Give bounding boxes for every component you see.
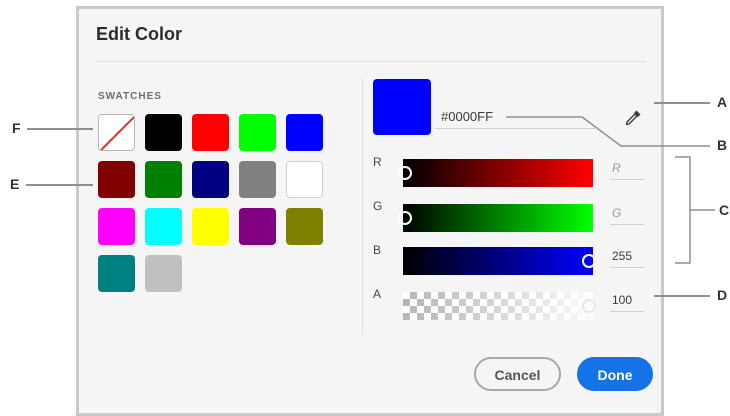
green-value-input[interactable] [610, 201, 644, 225]
swatch-black[interactable] [145, 114, 182, 151]
alpha-gradient [403, 292, 593, 320]
swatch-cyan[interactable] [145, 208, 182, 245]
swatch-silver[interactable] [145, 255, 182, 292]
done-button[interactable]: Done [577, 357, 653, 391]
swatch-teal[interactable] [98, 255, 135, 292]
blue-slider-thumb[interactable] [582, 254, 596, 268]
red-slider[interactable] [398, 159, 593, 187]
callout-e-line [26, 184, 93, 186]
swatch-olive[interactable] [286, 208, 323, 245]
callout-b-line [506, 116, 710, 147]
swatch-none[interactable] [98, 114, 135, 151]
green-channel-label: G [373, 199, 383, 213]
color-preview [373, 79, 431, 135]
blue-slider[interactable] [403, 247, 596, 275]
callout-d-line [654, 295, 710, 297]
swatch-navy[interactable] [192, 161, 229, 198]
callout-d-label: D [717, 287, 728, 303]
callout-c-bracket [675, 156, 715, 264]
swatch-lime[interactable] [239, 114, 276, 151]
red-value-input[interactable] [610, 156, 644, 180]
swatches-heading: SWATCHES [98, 91, 162, 102]
alpha-slider[interactable] [403, 292, 596, 320]
swatch-green[interactable] [145, 161, 182, 198]
swatch-purple[interactable] [239, 208, 276, 245]
alpha-value-input[interactable] [610, 288, 644, 312]
callout-f-line [27, 128, 93, 130]
callout-e-label: E [10, 176, 20, 192]
callout-a-line [654, 102, 710, 104]
edit-color-dialog: Edit Color SWATCHES R G B A Cancel Done [76, 6, 664, 416]
panel-divider [362, 79, 363, 334]
red-channel-label: R [373, 155, 382, 169]
callout-f-label: F [12, 120, 21, 136]
alpha-channel-label: A [373, 287, 382, 301]
green-slider-thumb[interactable] [398, 211, 412, 225]
red-slider-thumb[interactable] [398, 166, 412, 180]
blue-value-input[interactable] [610, 244, 644, 268]
swatch-blue[interactable] [286, 114, 323, 151]
swatch-yellow[interactable] [192, 208, 229, 245]
dialog-title: Edit Color [96, 24, 182, 44]
swatch-maroon[interactable] [98, 161, 135, 198]
swatch-red[interactable] [192, 114, 229, 151]
cancel-button[interactable]: Cancel [474, 357, 561, 391]
title-divider [96, 61, 646, 62]
swatch-gray[interactable] [239, 161, 276, 198]
blue-channel-label: B [373, 243, 382, 257]
swatch-white[interactable] [286, 161, 323, 198]
callout-c-label: C [719, 202, 730, 218]
callout-a-label: A [717, 94, 728, 110]
green-slider[interactable] [398, 204, 593, 232]
swatch-magenta[interactable] [98, 208, 135, 245]
alpha-slider-thumb[interactable] [582, 299, 596, 313]
